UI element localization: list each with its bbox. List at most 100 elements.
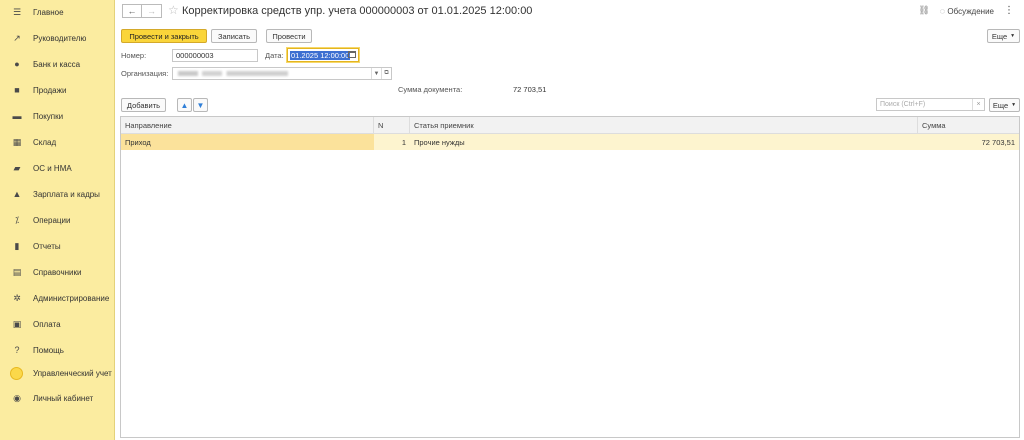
number-field[interactable]: 000000003 [172, 49, 258, 62]
question-icon: ? [14, 345, 20, 355]
search-placeholder: Поиск (Ctrl+F) [880, 101, 926, 108]
column-header-direction[interactable]: Направление [121, 117, 374, 134]
payment-icon: ▣ [12, 318, 22, 329]
back-button[interactable]: ← [122, 4, 142, 18]
column-header-n[interactable]: N [374, 117, 410, 134]
number-label: Номер: [121, 51, 147, 60]
warehouse-icon: ▦ [12, 136, 22, 147]
sidebar-item-operations[interactable]: ⁒ Операции [0, 207, 115, 233]
sidebar-item-label: Управленческий учет [33, 368, 112, 378]
sidebar-item-label: Операции [33, 215, 71, 225]
sidebar-item-label: Отчеты [33, 241, 61, 251]
header-actions: ⛓ ◌ Обсуждение ⋮ [918, 5, 1014, 16]
search-input[interactable]: Поиск (Ctrl+F) × [876, 98, 985, 111]
table-header: Направление N Статья приемник Сумма [121, 117, 1019, 134]
lines-table: Направление N Статья приемник Сумма Прих… [120, 116, 1020, 438]
sidebar-item-reports[interactable]: ▮ Отчеты [0, 233, 115, 259]
post-and-close-button[interactable]: Провести и закрыть [121, 29, 207, 43]
cell-article[interactable]: Прочие нужды [410, 134, 918, 150]
coin-icon: ● [14, 59, 20, 69]
date-value: 01.2025 12:00:00 [290, 50, 351, 60]
sidebar-item-label: Администрирование [33, 293, 110, 303]
yellow-circle-icon [10, 366, 23, 380]
sidebar-item-catalogs[interactable]: ▤ Справочники [0, 259, 115, 285]
document-sum-value: 72 703,51 [513, 85, 547, 94]
account-icon: ◉ [13, 392, 21, 403]
sidebar-item-label: Руководителю [33, 33, 87, 43]
column-header-sum[interactable]: Сумма [918, 117, 1019, 134]
column-header-article[interactable]: Статья приемник [410, 117, 918, 134]
bar-chart-icon: ▮ [14, 240, 20, 251]
sidebar-item-purchases[interactable]: ▬ Покупки [0, 103, 115, 129]
sidebar-item-label: Склад [33, 137, 57, 147]
page-title: Корректировка средств упр. учета 0000000… [182, 5, 533, 17]
date-label: Дата: [265, 51, 284, 60]
person-icon: ▲ [12, 189, 22, 199]
date-field[interactable]: 01.2025 12:00:00 [287, 48, 359, 62]
move-up-button[interactable]: ▲ [177, 98, 192, 112]
more-menu-icon[interactable]: ⋮ [1004, 5, 1014, 16]
calendar-icon[interactable] [348, 51, 356, 58]
post-button[interactable]: Провести [266, 29, 312, 43]
sidebar-item-admin[interactable]: ✲ Администрирование [0, 285, 115, 311]
organization-label: Организация: [121, 69, 169, 78]
chevron-down-icon[interactable]: ▼ [371, 68, 381, 79]
cell-direction[interactable]: Приход [121, 134, 374, 150]
sidebar-item-account[interactable]: ◉ Личный кабинет [0, 385, 115, 411]
sidebar: ☰ Главное ↗ Руководителю ● Банк и касса … [0, 0, 115, 440]
sidebar-item-label: ОС и НМА [33, 163, 72, 173]
favorite-star-icon[interactable]: ☆ [168, 3, 179, 17]
document-sum-label: Сумма документа: [398, 85, 463, 94]
sidebar-item-label: Личный кабинет [33, 393, 94, 403]
cart-icon: ▬ [12, 111, 22, 121]
truck-icon: ▰ [13, 162, 21, 173]
open-link-icon[interactable]: ⧉ [381, 68, 391, 79]
sidebar-item-manager[interactable]: ↗ Руководителю [0, 25, 115, 51]
chevron-down-icon: ▼ [1010, 33, 1016, 39]
move-down-button[interactable]: ▼ [193, 98, 208, 112]
sidebar-item-label: Банк и касса [33, 59, 81, 69]
sidebar-item-payment[interactable]: ▣ Оплата [0, 311, 115, 337]
books-icon: ▤ [12, 266, 22, 277]
discussion-button[interactable]: ◌ Обсуждение [940, 6, 994, 16]
sidebar-item-assets[interactable]: ▰ ОС и НМА [0, 155, 115, 181]
table-row[interactable]: Приход 1 Прочие нужды 72 703,51 [121, 134, 1019, 150]
bag-icon: ■ [14, 85, 20, 95]
sidebar-item-main[interactable]: ☰ Главное [0, 0, 115, 25]
sidebar-item-label: Помощь [33, 345, 64, 355]
sidebar-item-label: Покупки [33, 111, 64, 121]
sidebar-item-label: Зарплата и кадры [33, 189, 100, 199]
nav-buttons: ← → [122, 4, 162, 18]
trend-icon: ↗ [13, 32, 21, 43]
operations-icon: ⁒ [14, 214, 20, 225]
save-button[interactable]: Записать [211, 29, 257, 43]
chat-icon: ◌ [939, 5, 946, 16]
sidebar-item-management-accounting[interactable]: Управленческий учет [0, 360, 115, 386]
organization-value-blurred [178, 71, 288, 76]
sidebar-item-label: Главное [33, 7, 64, 17]
add-row-button[interactable]: Добавить [121, 98, 166, 112]
discussion-label: Обсуждение [947, 6, 994, 16]
more-button[interactable]: Еще ▼ [987, 29, 1020, 43]
menu-icon: ☰ [12, 6, 22, 17]
table-more-button[interactable]: Еще ▼ [989, 98, 1020, 112]
link-icon[interactable]: ⛓ [918, 5, 929, 16]
cell-sum[interactable]: 72 703,51 [918, 134, 1019, 150]
forward-button[interactable]: → [142, 4, 162, 18]
arrow-down-icon: ▼ [196, 100, 205, 110]
cell-n[interactable]: 1 [374, 134, 410, 150]
sidebar-item-label: Справочники [33, 267, 82, 277]
sidebar-item-label: Продажи [33, 85, 67, 95]
more-label: Еще [992, 100, 1009, 110]
sidebar-item-bank[interactable]: ● Банк и касса [0, 51, 115, 77]
sidebar-item-label: Оплата [33, 319, 61, 329]
arrow-up-icon: ▲ [180, 100, 189, 110]
organization-field[interactable]: ▼ ⧉ [172, 67, 392, 80]
chevron-down-icon: ▼ [1011, 102, 1017, 108]
more-label: Еще [991, 31, 1008, 41]
clear-search-icon[interactable]: × [972, 99, 984, 110]
sidebar-item-warehouse[interactable]: ▦ Склад [0, 129, 115, 155]
sidebar-item-payroll[interactable]: ▲ Зарплата и кадры [0, 181, 115, 207]
gear-icon: ✲ [13, 292, 21, 303]
sidebar-item-sales[interactable]: ■ Продажи [0, 77, 115, 103]
